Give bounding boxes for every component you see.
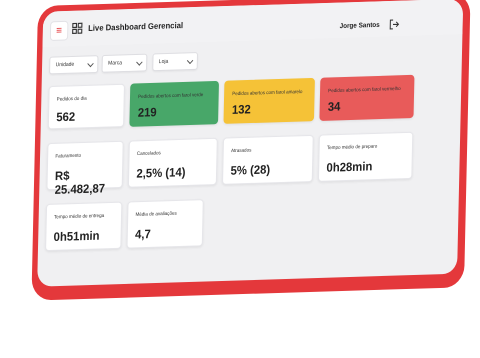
page-title: Live Dashboard Gerencial [88,20,184,33]
kpi-value: 34 [327,99,341,114]
user-name[interactable]: Jorge Santos [340,22,380,30]
logout-icon[interactable] [388,18,400,30]
filter-unidade-label: Unidade [55,61,75,69]
kpi-value: 4,7 [134,227,151,242]
kpi-faturamento: Faturamento R$ 25.482,87 [46,140,124,197]
kpi-value: 5% (28) [230,162,271,178]
kpi-label: Média de avaliações [135,210,177,218]
kpi-farol-verde: Pedidos abertos com farol verde 219 [129,80,220,127]
kpi-value: 562 [56,109,76,125]
kpi-value: 2,5% (14) [136,165,186,181]
chevron-down-icon [136,58,143,66]
chevron-down-icon [186,57,194,65]
kpi-cancelados: Cancelados 2,5% (14) [127,137,218,188]
filter-marca-label: Marca [108,60,123,67]
kpi-label: Pedidos abertos com farol vermelho [328,86,401,95]
kpi-value: R$ 25.482,87 [54,168,106,197]
kpi-label: Pedidos abertos com farol amarelo [232,89,303,98]
kpi-label: Faturamento [55,152,82,160]
kpi-pedidos-dia: Pedidos do dia 562 [47,83,125,130]
kpi-label: Tempo médio de entrega [53,212,105,221]
kpi-value: 0h51min [53,228,100,244]
kpi-label: Pedidos abertos com farol verde [138,92,204,101]
kpi-value: 0h28min [326,159,373,175]
kpi-atrasados: Atrasados 5% (28) [222,134,314,185]
filter-loja[interactable]: Loja [152,52,198,72]
top-bar: ≡ Live Dashboard Gerencial Jorge Santos [42,0,464,48]
dashboard-grid-icon [72,22,83,34]
kpi-label: Atrasados [230,147,252,155]
kpi-tempo-entrega: Tempo médio de entrega 0h51min [45,201,123,252]
filter-marca[interactable]: Marca [101,53,148,73]
kpi-farol-amarelo: Pedidos abertos com farol amarelo 132 [223,77,315,124]
menu-button[interactable]: ≡ [49,20,69,41]
tablet-frame: ≡ Live Dashboard Gerencial Jorge Santos [31,0,471,301]
kpi-value: 132 [231,102,251,117]
kpi-tempo-preparo: Tempo médio de preparo 0h28min [318,131,414,182]
kpi-label: Tempo médio de preparo [326,143,378,152]
kpi-label: Pedidos do dia [56,95,87,103]
kpi-value: 219 [137,105,157,120]
stage: ≡ Live Dashboard Gerencial Jorge Santos [0,0,480,358]
filter-unidade[interactable]: Unidade [49,55,99,75]
kpi-label: Cancelados [136,150,161,158]
chevron-down-icon [87,60,94,68]
filter-loja-label: Loja [158,58,169,66]
kpi-farol-vermelho: Pedidos abertos com farol vermelho 34 [319,74,415,121]
dashboard-screen: ≡ Live Dashboard Gerencial Jorge Santos [37,0,464,287]
menu-icon: ≡ [56,24,63,37]
kpi-media-avaliacoes: Média de avaliações 4,7 [126,199,204,249]
